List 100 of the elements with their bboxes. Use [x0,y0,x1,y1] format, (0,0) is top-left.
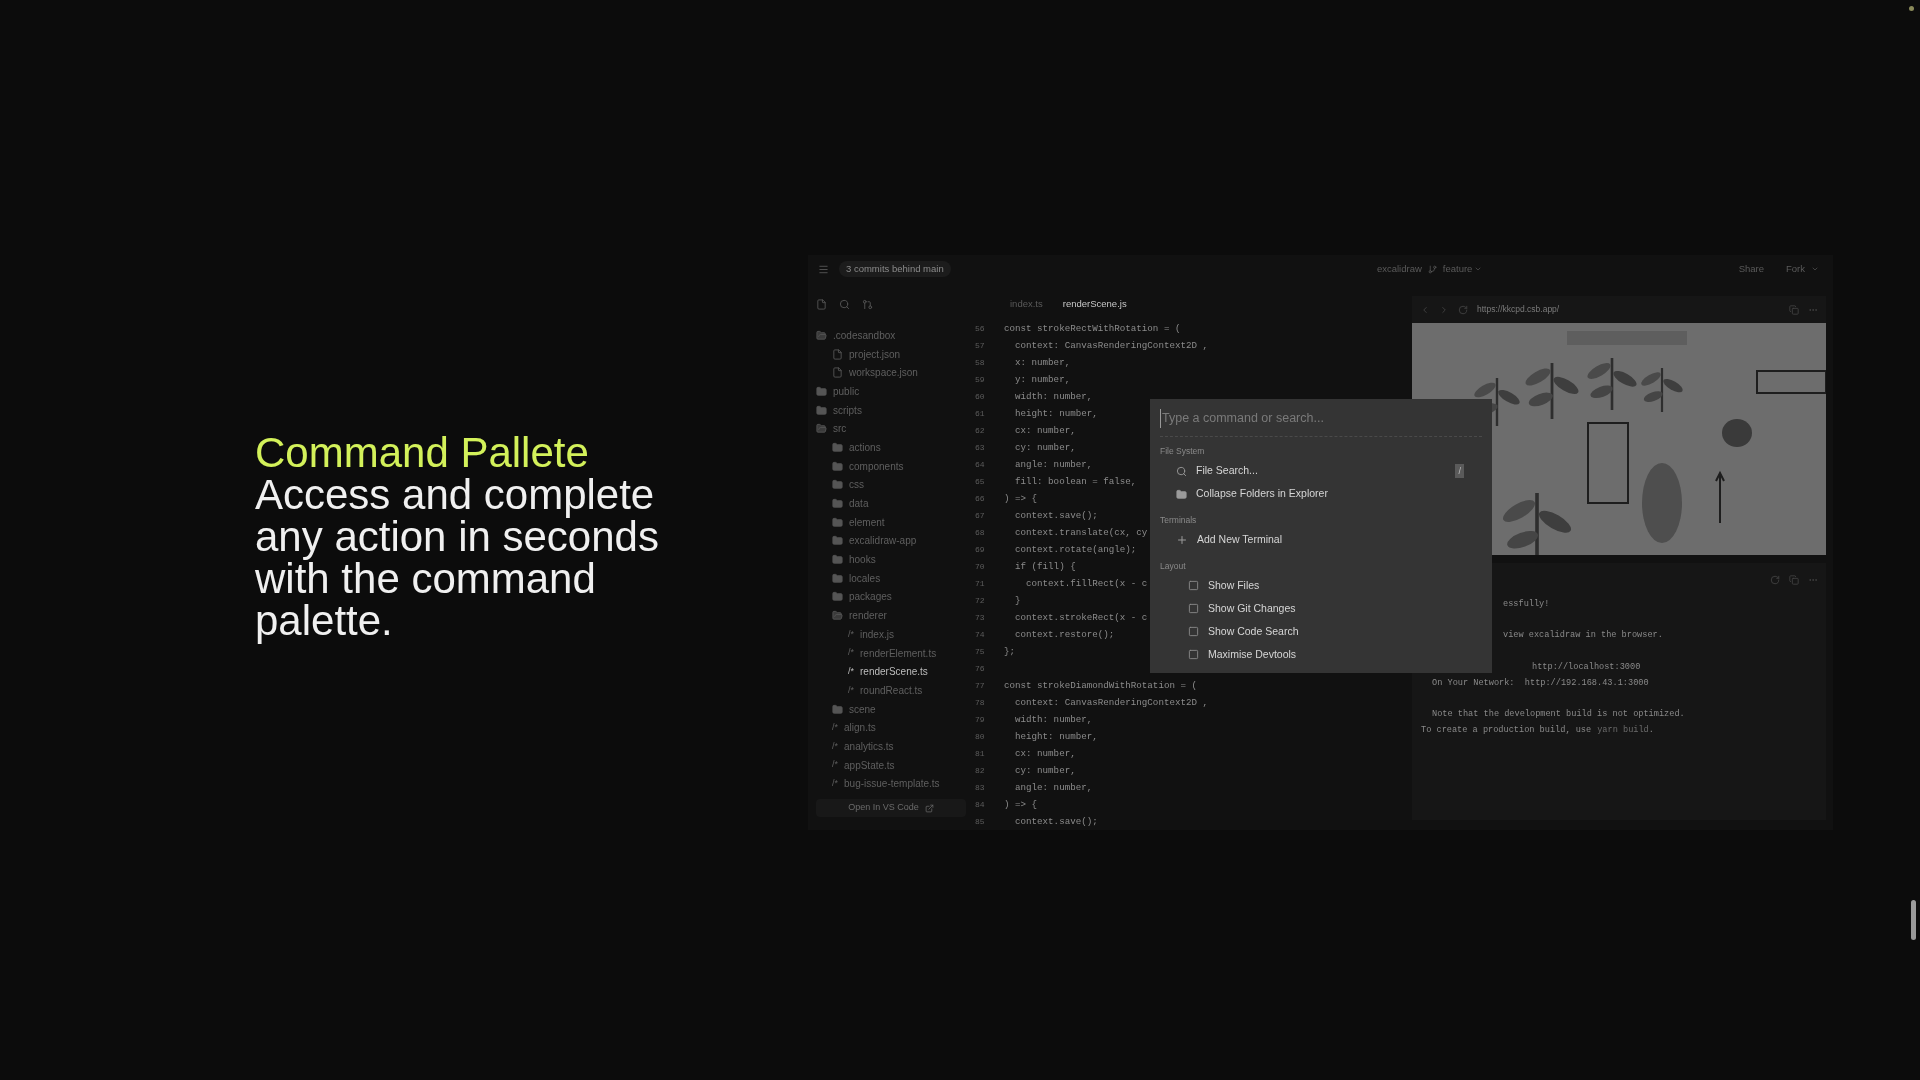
line-number: 66 [975,492,986,505]
tree-item[interactable]: element [849,514,885,530]
tree-item[interactable]: public [833,383,860,399]
checkbox[interactable] [1188,580,1199,592]
command-item[interactable]: Add New Terminal [1197,532,1282,548]
open-in-vscode-button[interactable]: Open In VS Code [816,799,966,818]
code-line: context.restore(); [1014,627,1115,642]
url-field[interactable]: https://kkcpd.csb.app/ [1477,303,1780,316]
tree-item[interactable]: analytics.ts [844,738,894,754]
command-item[interactable]: Maximise Devtools [1208,646,1297,663]
tree-item[interactable]: .codesandbox [833,327,896,343]
tree-item[interactable]: align.ts [844,720,876,736]
tree-item[interactable]: components [849,458,904,474]
branch-selector[interactable]: feature [1442,261,1483,277]
plus-icon [1176,534,1188,546]
editor-tab[interactable]: index.ts [1010,296,1043,312]
file-type-icon: /* [832,739,838,754]
tree-item[interactable]: renderScene.ts [860,664,928,680]
line-number: 62 [975,424,986,437]
tree-item[interactable]: css [849,477,864,493]
tree-item[interactable]: actions [849,439,881,455]
code-line: cx: number, [1014,746,1076,761]
tree-item[interactable]: appState.ts [844,757,895,773]
code-line: }; [1004,644,1016,659]
command-item[interactable]: Show Git Changes [1208,600,1296,617]
command-item[interactable]: Show Files [1208,577,1260,594]
checkbox[interactable] [1188,626,1199,638]
tree-item[interactable]: excalidraw-app [849,533,917,549]
editor-tab[interactable]: renderScene.js [1062,296,1127,312]
tree-item[interactable]: roundReact.ts [860,682,923,698]
window-icon[interactable] [1789,574,1799,585]
refresh-icon[interactable] [1770,574,1780,585]
refresh-icon[interactable] [1458,304,1468,315]
line-number: 68 [975,526,986,539]
git-icon[interactable] [862,298,873,310]
code-line: context.save(); [1014,508,1098,523]
search-icon[interactable] [839,298,850,310]
tree-item[interactable]: src [833,421,847,437]
checkbox[interactable] [1188,603,1199,615]
line-number: 73 [975,611,986,624]
forward-icon[interactable] [1439,304,1449,315]
section-heading: Layout [1160,559,1187,573]
line-number: 79 [975,713,986,726]
tree-item[interactable]: locales [849,570,881,586]
code-line: cy: number, [1014,440,1076,455]
scrollbar-thumb[interactable] [1911,900,1916,940]
code-line: context: CanvasRenderingContext2D , [1014,338,1208,353]
code-line: y: number, [1014,372,1071,387]
line-number: 63 [975,441,986,454]
share-button[interactable]: Share [1738,261,1764,277]
commits-badge[interactable]: 3 commits behind main [839,261,951,277]
command-item[interactable]: Show Code Search [1208,623,1299,640]
window-icon[interactable] [1789,304,1799,315]
tree-item[interactable]: project.json [849,346,901,362]
line-number: 69 [975,543,986,556]
shortcut-key: / [1455,464,1464,479]
tree-item[interactable]: scene [849,701,876,717]
command-item[interactable]: File Search... [1196,463,1258,480]
line-number: 65 [975,475,986,488]
file-type-icon: /* [848,646,854,660]
code-line: context.strokeRect(x - c [1014,610,1148,625]
command-item[interactable]: Collapse Folders in Explorer [1196,486,1328,503]
terminal-line: essfully! [1503,597,1550,611]
checkbox[interactable] [1188,649,1199,661]
tree-item[interactable]: renderer [849,608,887,624]
line-number: 61 [975,407,986,420]
command-input[interactable]: Type a command or search... [1160,409,1482,428]
branch-icon [1427,264,1437,274]
tree-item[interactable]: renderElement.ts [860,645,937,661]
tree-item[interactable]: data [849,496,869,512]
tree-item[interactable]: index.js [860,626,894,642]
file-type-icon: /* [848,664,854,679]
tree-item[interactable]: packages [849,589,892,605]
line-number: 74 [975,628,986,641]
line-number: 59 [975,373,986,386]
terminal-line: http://localhost:3000 [1532,660,1641,674]
menu-icon[interactable] [818,263,829,275]
code-line: const strokeDiamondWithRotation = ( [1004,678,1197,693]
line-number: 58 [975,356,986,369]
tree-item[interactable]: workspace.json [849,365,918,381]
code-line: context.save(); [1014,814,1098,829]
line-number: 83 [975,781,986,794]
code-line: width: number, [1014,389,1093,404]
file-type-icon: /* [832,777,838,791]
code-line: if (fill) { [1014,559,1076,574]
tree-item[interactable]: bug-issue-template.ts [844,776,940,792]
tree-item[interactable]: hooks [849,552,876,568]
line-number: 56 [975,322,986,335]
file-type-icon: /* [848,683,854,698]
line-number: 78 [975,696,986,709]
code-line: height: number, [1014,406,1098,421]
code-line: context.fillRect(x - c [1025,576,1148,591]
terminal-line: To create a production build, use [1421,724,1592,737]
back-icon[interactable] [1420,304,1430,315]
line-number: 60 [975,390,986,403]
files-icon[interactable] [816,298,827,310]
code-line: fill: boolean = false, [1014,474,1137,489]
fork-button[interactable]: Fork [1786,261,1819,277]
tree-item[interactable]: scripts [833,402,862,418]
external-link-icon [924,803,934,813]
